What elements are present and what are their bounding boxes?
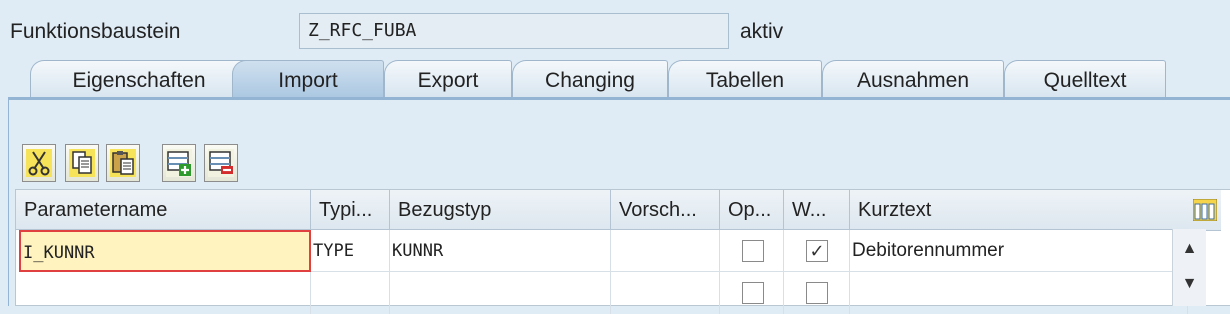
default-value-cell[interactable] — [611, 230, 720, 272]
default-value-cell[interactable] — [611, 272, 720, 314]
column-header-wertuebergabe[interactable]: W... — [784, 190, 850, 230]
optional-cell — [720, 272, 784, 314]
delete-row-button[interactable] — [204, 144, 238, 182]
function-module-field[interactable]: Z_RFC_FUBA — [299, 13, 729, 49]
tab-tabellen[interactable]: Tabellen — [668, 60, 822, 98]
cut-button[interactable] — [22, 144, 56, 182]
tab-ausnahmen[interactable]: Ausnahmen — [822, 60, 1004, 98]
parameter-name-input[interactable]: I_KUNNR — [19, 230, 311, 272]
parameter-table: Parametername Typi... Bezugstyp Vorsch..… — [15, 189, 1230, 314]
parameter-name-input[interactable] — [16, 272, 311, 314]
column-header-parametername[interactable]: Parametername — [16, 190, 311, 230]
scroll-up-icon[interactable]: ▲ — [1173, 234, 1206, 264]
insert-row-icon — [166, 149, 192, 177]
status-text: aktiv — [740, 20, 784, 43]
paste-button[interactable] — [106, 144, 140, 182]
tab-label: Import — [278, 69, 338, 92]
reference-type-cell[interactable]: KUNNR — [390, 230, 611, 272]
column-settings-button[interactable] — [1188, 190, 1221, 231]
insert-row-button[interactable] — [162, 144, 196, 182]
tab-label: Export — [417, 69, 479, 92]
pass-value-checkbox[interactable]: ✓ — [806, 240, 828, 262]
optional-checkbox[interactable] — [742, 282, 764, 304]
column-header-typing[interactable]: Typi... — [311, 190, 390, 230]
pass-value-cell: ✓ — [784, 230, 850, 272]
short-text-cell[interactable] — [850, 272, 1188, 314]
tab-import[interactable]: Import — [232, 60, 384, 100]
tab-label: Tabellen — [705, 69, 785, 92]
tab-label: Ausnahmen — [856, 69, 970, 92]
short-text-cell[interactable]: Debitorennummer — [850, 230, 1188, 272]
copy-icon — [69, 149, 95, 177]
delete-row-icon — [208, 149, 234, 177]
cut-icon — [26, 149, 52, 177]
tab-label: Quelltext — [1043, 69, 1127, 92]
pass-value-checkbox[interactable] — [806, 282, 828, 304]
column-settings-icon — [1192, 199, 1217, 221]
paste-icon — [110, 149, 136, 177]
header: Funktionsbaustein Z_RFC_FUBA aktiv — [0, 0, 1230, 60]
optional-cell — [720, 230, 784, 272]
function-module-label: Funktionsbaustein — [10, 20, 181, 43]
scroll-down-icon[interactable]: ▼ — [1173, 269, 1206, 299]
tab-label: Eigenschaften — [72, 69, 206, 92]
copy-button[interactable] — [65, 144, 99, 182]
column-header-bezugstyp[interactable]: Bezugstyp — [390, 190, 611, 230]
tab-strip: Eigenschaften Import Export Changing Tab… — [0, 60, 1230, 100]
column-header-optional[interactable]: Op... — [720, 190, 784, 230]
column-header-vorschlag[interactable]: Vorsch... — [611, 190, 720, 230]
column-header-kurztext[interactable]: Kurztext — [850, 190, 1188, 230]
typing-cell[interactable]: TYPE — [311, 230, 390, 272]
pass-value-cell — [784, 272, 850, 314]
vertical-scrollbar[interactable]: ▲ ▼ — [1172, 229, 1206, 306]
tab-export[interactable]: Export — [384, 60, 512, 98]
typing-cell[interactable] — [311, 272, 390, 314]
reference-type-cell[interactable] — [390, 272, 611, 314]
tab-label: Changing — [545, 69, 635, 92]
tab-changing[interactable]: Changing — [512, 60, 668, 98]
optional-checkbox[interactable] — [742, 240, 764, 262]
tab-eigenschaften[interactable]: Eigenschaften — [30, 60, 248, 98]
tab-quelltext[interactable]: Quelltext — [1004, 60, 1166, 98]
